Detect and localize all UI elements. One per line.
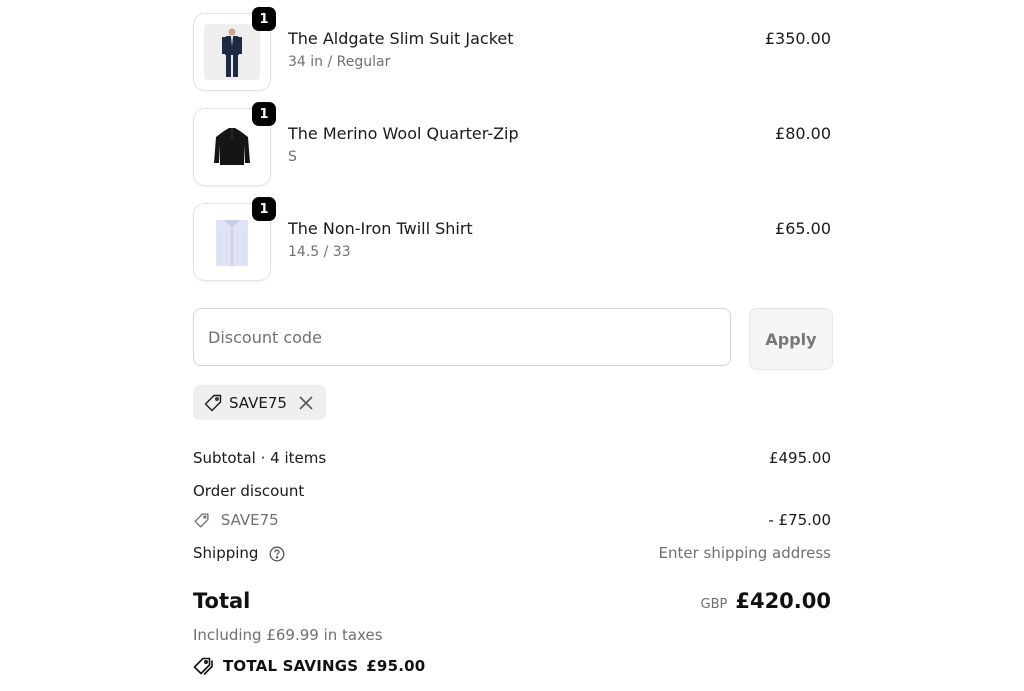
- product-name: The Aldgate Slim Suit Jacket: [288, 29, 514, 48]
- tags-icon: [193, 656, 215, 676]
- shirt-image: [204, 214, 260, 270]
- applied-discount-chip: SAVE75: [193, 385, 326, 420]
- shipping-row: Shipping Enter shipping address: [193, 544, 831, 562]
- product-name: The Merino Wool Quarter-Zip: [288, 124, 519, 143]
- subtotal-value: £495.00: [768, 449, 831, 467]
- tag-icon: [203, 393, 223, 413]
- tax-note: Including £69.99 in taxes: [193, 626, 383, 644]
- quantity-badge: 1: [252, 7, 276, 31]
- applied-discount-code: SAVE75: [229, 393, 287, 412]
- help-circle-icon[interactable]: [269, 546, 285, 562]
- line-item: 1 The Aldgate Slim Suit Jacket 34 in / R…: [193, 7, 831, 91]
- discount-code-input[interactable]: [193, 308, 731, 366]
- quarter-zip-image: [204, 119, 260, 175]
- apply-discount-button[interactable]: Apply: [749, 308, 833, 370]
- product-price: £80.00: [775, 124, 831, 143]
- total-label: Total: [193, 589, 251, 613]
- total-savings-value: £95.00: [366, 657, 426, 675]
- order-discount-value: - £75.00: [768, 511, 831, 529]
- tag-icon: [193, 512, 210, 529]
- order-discount-code: SAVE75: [220, 511, 279, 529]
- total-amount: £420.00: [735, 589, 831, 613]
- line-item: 1 The Non-Iron Twill Shirt 14.5 / 33 £65…: [193, 197, 831, 281]
- total-savings-label: TOTAL SAVINGS: [223, 657, 359, 675]
- suit-jacket-image: [204, 24, 260, 80]
- product-name: The Non-Iron Twill Shirt: [288, 219, 473, 238]
- quantity-badge: 1: [252, 102, 276, 126]
- product-variant: S: [288, 149, 297, 165]
- product-price: £65.00: [775, 219, 831, 238]
- product-price: £350.00: [764, 29, 831, 48]
- shipping-label: Shipping: [193, 544, 259, 562]
- currency-code: GBP: [700, 597, 728, 612]
- subtotal-row: Subtotal · 4 items £495.00: [193, 449, 831, 467]
- product-variant: 34 in / Regular: [288, 54, 391, 70]
- remove-discount-close-icon[interactable]: [297, 394, 315, 412]
- order-discount-row: Order discount: [193, 482, 831, 500]
- total-savings: TOTAL SAVINGS £95.00: [193, 656, 425, 676]
- order-discount-label: Order discount: [193, 482, 305, 500]
- line-item: 1 The Merino Wool Quarter-Zip S £80.00: [193, 102, 831, 186]
- total-amount-group: GBP £420.00: [701, 589, 832, 613]
- order-discount-detail-row: SAVE75 - £75.00: [193, 511, 831, 529]
- subtotal-label: Subtotal · 4 items: [193, 449, 327, 467]
- quantity-badge: 1: [252, 197, 276, 221]
- shipping-value: Enter shipping address: [658, 544, 831, 562]
- product-variant: 14.5 / 33: [288, 244, 351, 260]
